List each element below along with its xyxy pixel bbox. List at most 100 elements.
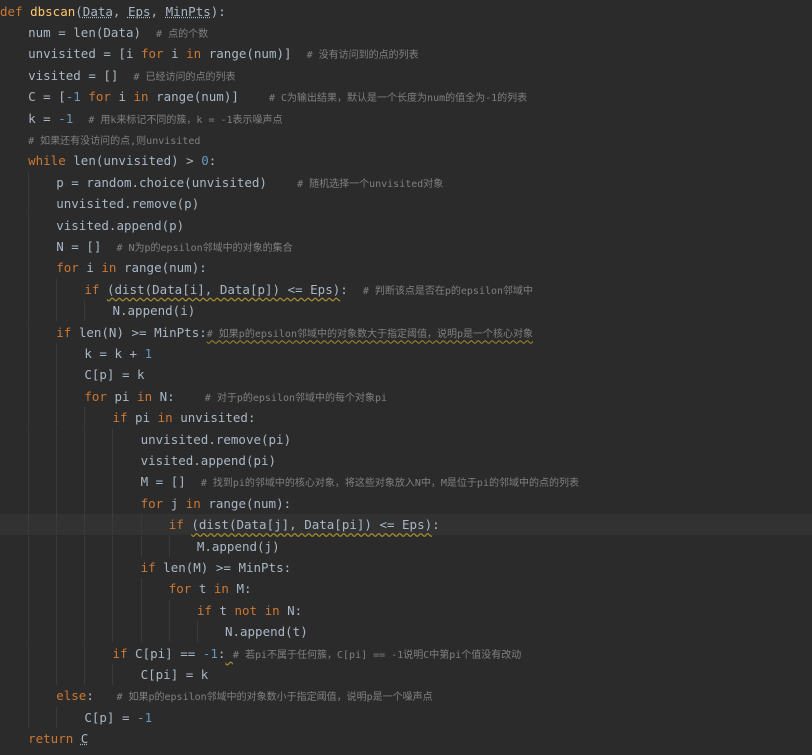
indent-guide — [112, 535, 114, 557]
code-line[interactable]: N.append(i) — [0, 300, 812, 322]
code-line[interactable]: if (dist(Data[i], Data[p]) <= Eps): # 判断… — [0, 278, 812, 301]
indent-guide — [28, 321, 30, 343]
indent-guide — [84, 663, 86, 686]
code-line[interactable]: else: # 如果p的epsilon邻域中的对象数小于指定阈值，说明p是一个噪… — [0, 685, 812, 708]
indent-guide — [28, 556, 30, 579]
code-line[interactable]: if (dist(Data[j], Data[pi]) <= Eps): — [0, 514, 812, 536]
code-line[interactable]: C[pi] = k — [0, 663, 812, 686]
code-token-kw: if — [56, 324, 72, 340]
code-line[interactable]: N.append(t) — [0, 621, 812, 643]
code-token-num: -1 — [202, 645, 218, 661]
code-token-kw: in — [101, 260, 117, 276]
code-token-num: 0 — [201, 153, 209, 169]
code-line[interactable]: C[p] = k — [0, 364, 812, 386]
code-line-content: while len(unvisited) > 0: — [28, 150, 216, 171]
code-line[interactable]: N = [] # N为p的epsilon邻域中的对象的集合 — [0, 235, 812, 258]
code-line[interactable]: p = random.choice(unvisited) # 随机选择一个unv… — [0, 171, 812, 194]
code-line[interactable]: def dbscan(Data, Eps, MinPts): — [0, 1, 812, 22]
code-token-text: M: — [228, 581, 252, 597]
code-token-text: N: — [279, 602, 303, 618]
code-line[interactable]: unvisited.remove(pi) — [0, 428, 812, 450]
code-token-text: len(N) >= MinPts: — [71, 324, 207, 340]
indent-guide — [28, 171, 30, 194]
indent-guide — [56, 407, 58, 429]
code-token-text: unvisited = [i — [28, 46, 141, 62]
code-line[interactable]: while len(unvisited) > 0: — [0, 150, 812, 171]
code-line[interactable]: k = k + 1 — [0, 342, 812, 365]
code-line[interactable]: for pi in N: # 对于p的epsilon邻域中的每个对象pi — [0, 385, 812, 408]
code-editor[interactable]: def dbscan(Data, Eps, MinPts): num = len(… — [0, 0, 812, 755]
code-line[interactable]: k = -1 # 用k来标记不同的簇，k = -1表示噪声点 — [0, 108, 812, 129]
code-line-content: if len(M) >= MinPts: — [141, 557, 292, 578]
code-token-text: i — [163, 46, 187, 62]
indent-guide — [56, 556, 58, 579]
indent-guide — [28, 278, 30, 301]
code-token-text: i — [110, 89, 134, 105]
code-line-content: unvisited.remove(p) — [56, 193, 199, 214]
code-line[interactable]: visited.append(p) — [0, 214, 812, 236]
code-token-text: range(num): — [200, 495, 292, 511]
indent-guide — [28, 193, 30, 215]
code-line[interactable]: if C[pi] == -1: # 若pi不属于任何簇，C[pi] == -1说… — [0, 642, 812, 664]
code-token-text: visited.append(p) — [56, 217, 185, 233]
code-line[interactable]: if len(M) >= MinPts: — [0, 556, 812, 579]
code-line[interactable]: if pi in unvisited: — [0, 407, 812, 429]
indent-guide — [56, 642, 58, 664]
code-line[interactable]: if t not in N: — [0, 599, 812, 622]
code-token-kw: in — [186, 46, 202, 62]
code-line[interactable]: for t in M: — [0, 578, 812, 600]
code-token-kw: in — [213, 581, 229, 597]
indent-guide — [84, 621, 86, 643]
code-token-cmt: # 找到pi的邻域中的核心对象，将这些对象放入N中，M是位于pi的邻域中的点的列… — [200, 478, 579, 490]
indent-guide — [56, 300, 58, 322]
code-line[interactable]: visited.append(pi) — [0, 449, 812, 472]
code-token-num: -1 — [137, 709, 153, 725]
code-line[interactable]: M = [] # 找到pi的邻域中的核心对象，将这些对象放入N中，M是位于pi的… — [0, 471, 812, 493]
indent-guide — [28, 364, 30, 386]
indent-guide — [112, 449, 114, 472]
indent-guide — [112, 428, 114, 450]
code-line-content: N.append(t) — [225, 621, 308, 642]
indent-guide — [28, 257, 30, 279]
code-token-cmt: # 用k来标记不同的簇，k = -1表示噪声点 — [88, 114, 283, 126]
code-line[interactable]: if len(N) >= MinPts:# 如果p的epsilon邻域中的对象数… — [0, 321, 812, 343]
code-token-kw: for — [56, 260, 79, 276]
code-line[interactable]: C[p] = -1 — [0, 706, 812, 729]
code-token-text: : — [340, 281, 363, 297]
indent-guide — [56, 428, 58, 450]
indent-guide — [56, 621, 58, 643]
code-line[interactable]: visited = [] # 已经访问的点的列表 — [0, 65, 812, 86]
code-line[interactable]: unvisited = [i for i in range(num)] # 没有… — [0, 43, 812, 64]
code-token-text: ( — [75, 3, 83, 19]
indent-guide — [84, 492, 86, 515]
code-line[interactable]: C = [-1 for i in range(num)] # C为输出结果，默认… — [0, 86, 812, 107]
code-line[interactable]: unvisited.remove(p) — [0, 193, 812, 215]
code-line-content: C[pi] = k — [141, 664, 209, 685]
code-line[interactable]: return C — [0, 728, 812, 749]
code-token-text: , — [112, 3, 128, 19]
code-line[interactable]: for j in range(num): — [0, 492, 812, 515]
code-line[interactable]: for i in range(num): — [0, 257, 812, 279]
code-line[interactable]: # 如果还有没访问的点,则unvisited — [0, 129, 812, 150]
code-token-text: t — [211, 602, 235, 618]
code-line-content: C[p] = -1 — [84, 707, 152, 728]
code-token-num: -1 — [65, 89, 81, 105]
code-line-content: k = k + 1 — [84, 343, 152, 364]
code-token-text: len(M) >= MinPts: — [155, 559, 292, 575]
indent-guide — [84, 407, 86, 429]
code-line-content: else: # 如果p的epsilon邻域中的对象数小于指定阈值，说明p是一个噪… — [56, 685, 432, 708]
code-line[interactable]: num = len(Data) # 点的个数 — [0, 22, 812, 43]
code-line[interactable]: M.append(j) — [0, 535, 812, 557]
indent-guide — [28, 385, 30, 408]
indent-guide — [196, 621, 198, 643]
code-line-content: unvisited.remove(pi) — [141, 429, 292, 450]
code-token-kw: for — [88, 89, 111, 105]
indent-guide — [140, 514, 142, 536]
code-line-content: if (dist(Data[j], Data[pi]) <= Eps): — [169, 514, 440, 535]
code-token-text: N = [] — [56, 238, 117, 254]
indent-guide — [28, 428, 30, 450]
code-token-cmt: # N为p的epsilon邻域中的对象的集合 — [116, 242, 293, 254]
indent-guide — [28, 449, 30, 472]
